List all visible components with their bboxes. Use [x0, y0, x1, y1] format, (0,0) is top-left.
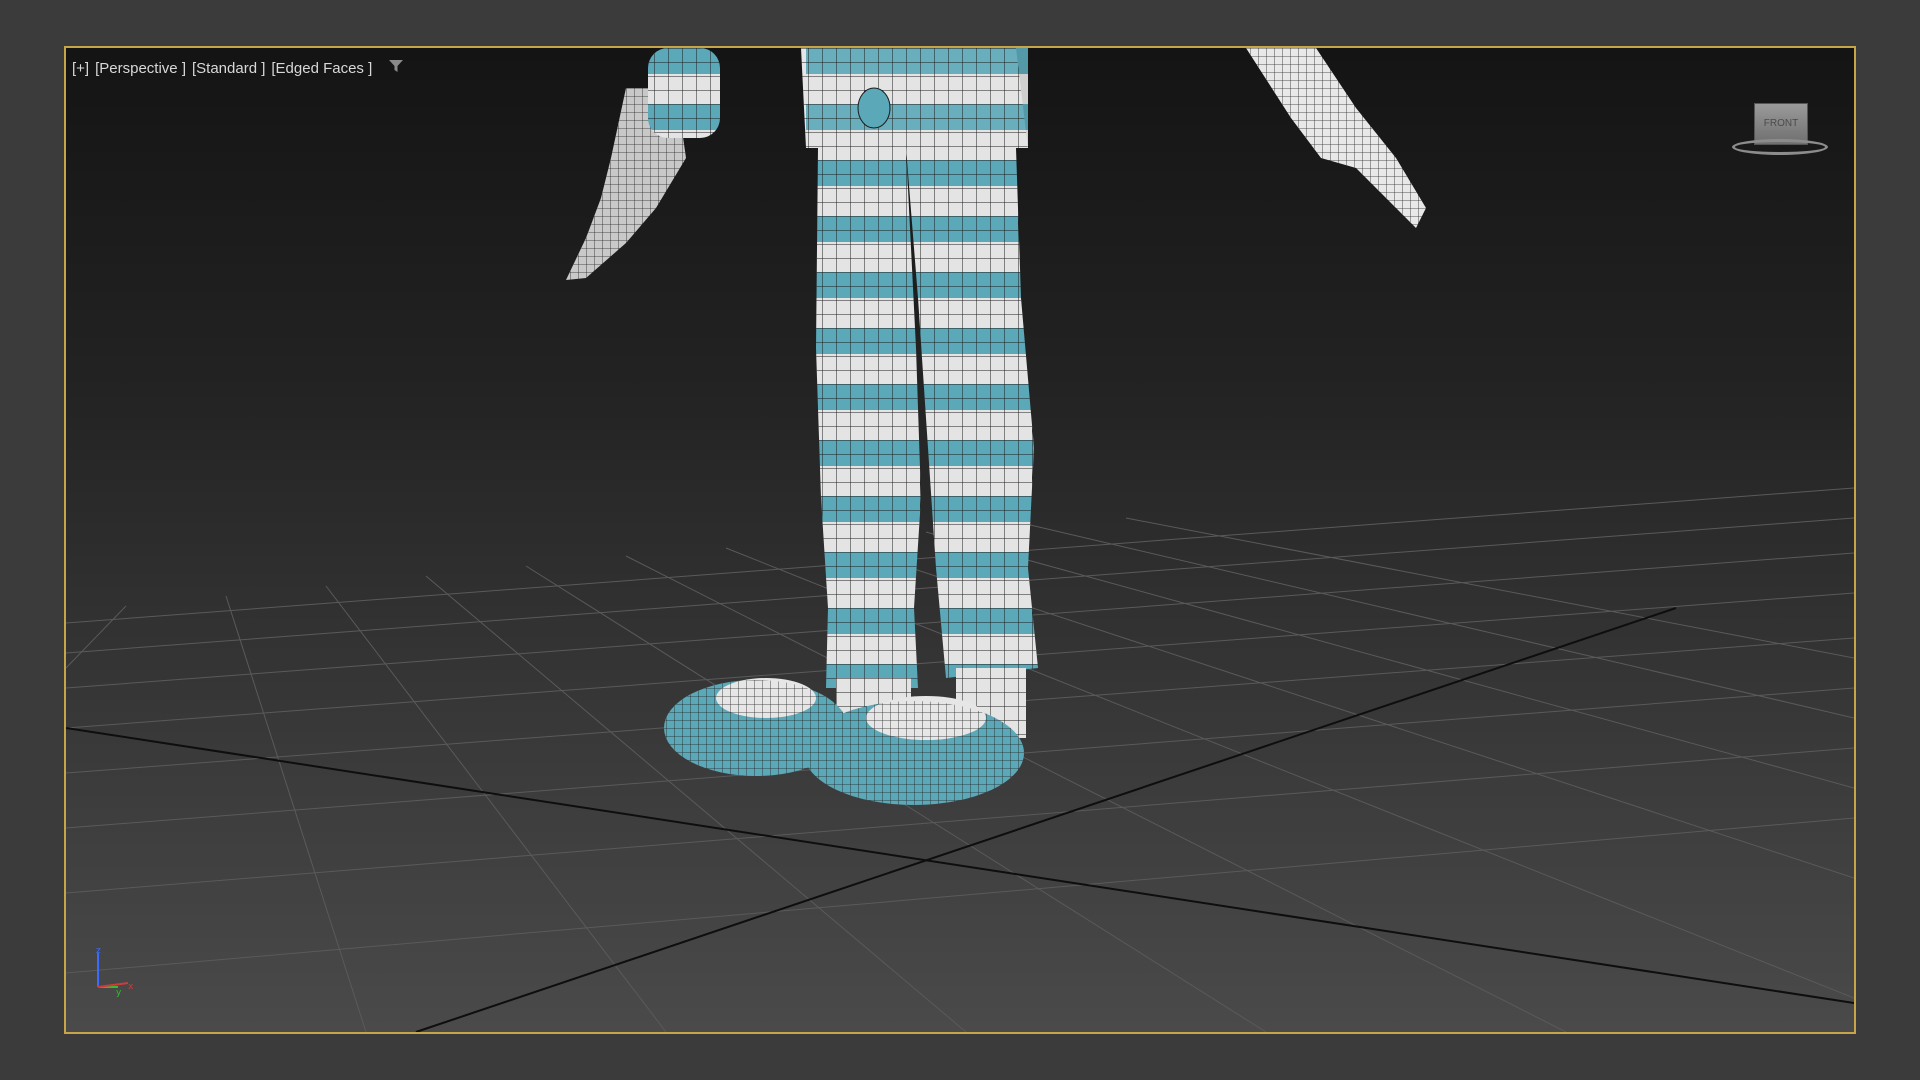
- character-left-hand: [566, 48, 720, 280]
- scene-canvas[interactable]: [66, 48, 1854, 1032]
- perspective-viewport[interactable]: [+] [Perspective ] [Standard ] [Edged Fa…: [64, 46, 1856, 1034]
- axis-x-label: x: [128, 982, 134, 992]
- axis-y-label: y: [116, 988, 122, 997]
- character-right-leg: [906, 148, 1038, 678]
- viewcube-compass-ring[interactable]: [1732, 139, 1828, 155]
- axis-z-label: z: [96, 947, 101, 956]
- axis-tripod: z y x: [92, 946, 142, 1002]
- viewcube[interactable]: FRONT: [1730, 103, 1830, 173]
- character-torso: [801, 48, 1028, 148]
- app-frame: [+] [Perspective ] [Standard ] [Edged Fa…: [0, 0, 1920, 1080]
- character-left-leg: [816, 148, 921, 688]
- character-right-hand: [1246, 48, 1426, 228]
